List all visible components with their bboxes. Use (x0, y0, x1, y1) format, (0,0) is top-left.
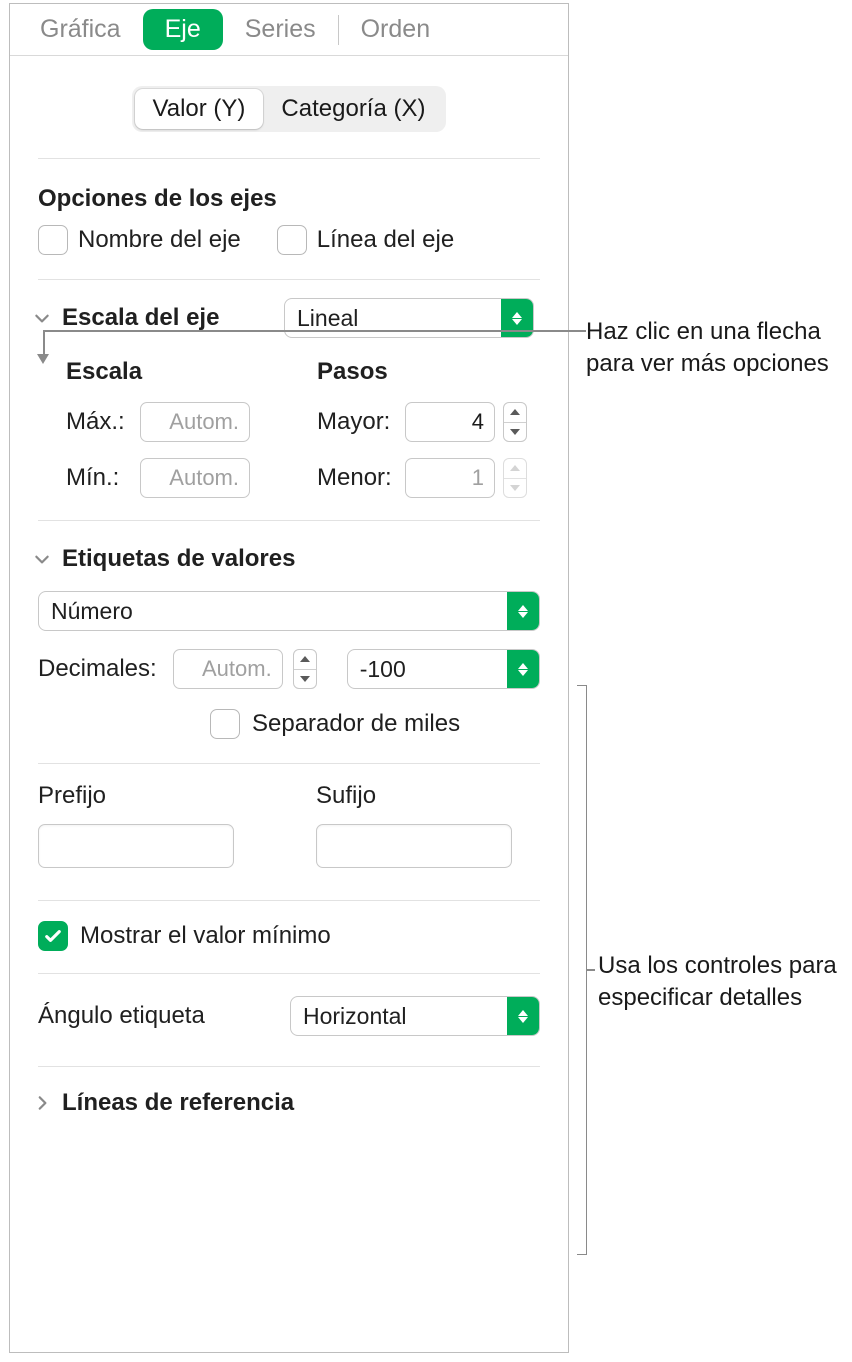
label-angle-dropdown[interactable]: Horizontal (290, 996, 540, 1036)
thousands-sep-row: Separador de miles (10, 701, 568, 763)
callout-text-1: Haz clic en una flecha para ver más opci… (586, 316, 846, 381)
axis-subtabs: Valor (Y) Categoría (X) (132, 86, 447, 132)
reference-lines-label: Líneas de referencia (62, 1089, 294, 1117)
decimals-row: Decimales: Autom. -100 (10, 649, 568, 701)
callout-bracket (577, 685, 587, 1255)
axis-line-label: Línea del eje (317, 226, 454, 254)
axis-line-check-item: Línea del eje (277, 225, 454, 255)
prefix-label: Prefijo (38, 782, 262, 810)
value-format-dropdown-value: Número (39, 598, 507, 625)
show-min-row: Mostrar el valor mínimo (10, 901, 568, 973)
axis-name-check-item: Nombre del eje (38, 225, 241, 255)
dropdown-arrows-icon (507, 997, 539, 1035)
decimals-input[interactable]: Autom. (173, 649, 283, 689)
negative-format-dropdown[interactable]: -100 (347, 649, 540, 689)
suffix-col: Sufijo (316, 782, 540, 868)
label-angle-row: Ángulo etiqueta Horizontal (10, 974, 568, 1066)
callout-line (43, 330, 45, 356)
value-labels-row: Etiquetas de valores (10, 521, 568, 585)
negative-format-value: -100 (348, 656, 507, 683)
show-min-checkbox[interactable] (38, 921, 68, 951)
decimals-label: Decimales: (38, 655, 157, 683)
show-min-label: Mostrar el valor mínimo (80, 922, 331, 950)
escala-heading: Escala (66, 358, 289, 386)
thousands-sep-label: Separador de miles (252, 710, 460, 738)
axis-name-checkbox[interactable] (38, 225, 68, 255)
value-format-dropdown[interactable]: Número (38, 591, 540, 631)
max-row: Máx.: Autom. (66, 402, 289, 442)
menor-row: Menor: 1 (317, 458, 540, 498)
suffix-label: Sufijo (316, 782, 540, 810)
max-label: Máx.: (66, 408, 132, 436)
reference-lines-row: Líneas de referencia (10, 1067, 568, 1139)
prefix-input[interactable] (38, 824, 234, 868)
inspector-panel: Gráfica Eje Series Orden Valor (Y) Categ… (9, 3, 569, 1353)
prefix-col: Prefijo (38, 782, 262, 868)
subtab-valor-y[interactable]: Valor (Y) (135, 89, 264, 129)
chevron-right-icon[interactable] (32, 1093, 52, 1113)
axis-line-checkbox[interactable] (277, 225, 307, 255)
prefix-suffix-row: Prefijo Sufijo (10, 764, 568, 886)
min-row: Mín.: Autom. (66, 458, 289, 498)
tab-grafica[interactable]: Gráfica (18, 9, 143, 50)
callout-line (43, 330, 586, 332)
axis-scale-dropdown[interactable]: Lineal (284, 298, 534, 338)
min-input[interactable]: Autom. (140, 458, 250, 498)
chevron-down-icon[interactable] (32, 549, 52, 569)
callout-lead (587, 969, 595, 971)
value-labels-title: Etiquetas de valores (62, 545, 295, 573)
menor-input[interactable]: 1 (405, 458, 495, 498)
thousands-sep-checkbox[interactable] (210, 709, 240, 739)
top-tabs: Gráfica Eje Series Orden (10, 4, 568, 56)
callout-text-2: Usa los controles para especificar detal… (598, 950, 848, 1015)
pasos-heading: Pasos (317, 358, 540, 386)
tab-eje[interactable]: Eje (143, 9, 223, 50)
subtab-categoria-x[interactable]: Categoría (X) (263, 89, 443, 129)
dropdown-arrows-icon (507, 650, 539, 688)
label-angle-value: Horizontal (291, 1003, 507, 1030)
axis-options-row: Nombre del eje Línea del eje (10, 225, 568, 279)
tab-orden[interactable]: Orden (339, 9, 452, 50)
axis-options-title: Opciones de los ejes (10, 159, 568, 225)
max-input[interactable]: Autom. (140, 402, 250, 442)
label-angle-label: Ángulo etiqueta (38, 1002, 205, 1030)
axis-subtabs-wrap: Valor (Y) Categoría (X) (38, 56, 540, 159)
min-label: Mín.: (66, 464, 132, 492)
menor-label: Menor: (317, 464, 397, 492)
mayor-input[interactable]: 4 (405, 402, 495, 442)
menor-stepper[interactable] (503, 458, 527, 498)
axis-scale-label: Escala del eje (62, 304, 219, 332)
dropdown-arrows-icon (507, 592, 539, 630)
mayor-row: Mayor: 4 (317, 402, 540, 442)
axis-scale-dropdown-value: Lineal (285, 305, 501, 332)
mayor-stepper[interactable] (503, 402, 527, 442)
decimals-stepper[interactable] (293, 649, 317, 689)
arrowhead-icon (37, 354, 49, 364)
tab-series[interactable]: Series (223, 9, 338, 50)
suffix-input[interactable] (316, 824, 512, 868)
mayor-label: Mayor: (317, 408, 397, 436)
scale-grid: Escala Pasos Máx.: Autom. Mayor: 4 Mín.:… (10, 350, 568, 520)
axis-name-label: Nombre del eje (78, 226, 241, 254)
chevron-down-icon[interactable] (32, 308, 52, 328)
axis-scale-row: Escala del eje Lineal (10, 280, 568, 350)
